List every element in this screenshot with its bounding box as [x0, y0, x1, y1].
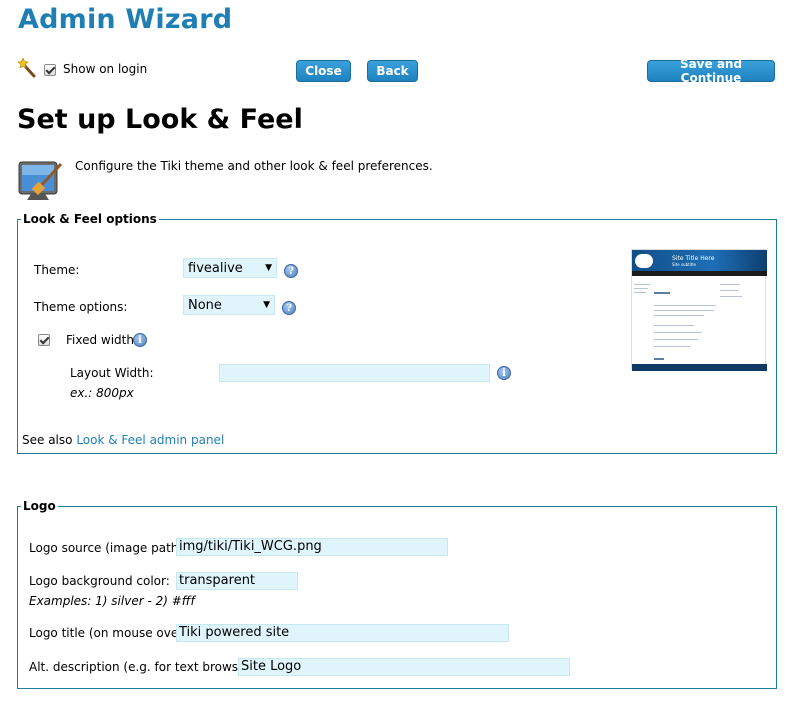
logo-bg-label: Logo background color: — [29, 574, 170, 588]
theme-options-select-value: None — [188, 297, 222, 313]
see-also-prefix: See also — [22, 433, 73, 447]
fixed-width-label: Fixed width — [66, 333, 134, 347]
logo-source-label: Logo source (image path): — [29, 541, 188, 555]
info-icon[interactable]: i — [497, 366, 511, 380]
logo-alt-input[interactable]: Site Logo — [238, 658, 570, 676]
preview-footer — [632, 364, 767, 371]
theme-label: Theme: — [34, 263, 80, 277]
chevron-down-icon: ▼ — [263, 300, 270, 310]
preview-logo — [635, 254, 653, 268]
theme-preview-image: Site Title Here Site subtitle — [631, 249, 767, 371]
look-feel-admin-link[interactable]: Look & Feel admin panel — [76, 433, 224, 447]
page-heading: Set up Look & Feel — [17, 104, 303, 135]
chevron-down-icon: ▼ — [265, 263, 272, 273]
logo-source-input[interactable]: img/tiki/Tiki_WCG.png — [176, 538, 448, 556]
fixed-width-checkbox[interactable] — [38, 334, 50, 346]
theme-options-select[interactable]: None ▼ — [183, 295, 275, 315]
save-and-continue-button[interactable]: Save and Continue — [647, 57, 775, 85]
help-icon[interactable]: ? — [282, 301, 296, 315]
theme-options-label: Theme options: — [34, 300, 128, 314]
magic-wand-icon — [18, 58, 36, 78]
layout-width-input[interactable] — [219, 364, 490, 382]
help-icon[interactable]: ? — [284, 264, 298, 278]
theme-select[interactable]: fivealive ▼ — [183, 258, 277, 278]
show-on-login-checkbox[interactable] — [44, 64, 56, 76]
logo-title-label: Logo title (on mouse over): — [29, 626, 192, 640]
logo-alt-label: Alt. description (e.g. for text browsers… — [29, 660, 266, 674]
look-feel-legend: Look & Feel options — [21, 212, 159, 226]
preview-nav — [632, 271, 767, 276]
theme-select-value: fivealive — [188, 260, 243, 276]
back-button[interactable]: Back — [367, 60, 418, 82]
info-icon[interactable]: i — [133, 333, 147, 347]
see-also-text: See also Look & Feel admin panel — [22, 433, 224, 447]
layout-width-example: ex.: 800px — [70, 386, 134, 400]
paint-screen-icon — [18, 161, 63, 200]
show-on-login-label: Show on login — [63, 62, 148, 76]
page-description: Configure the Tiki theme and other look … — [75, 159, 433, 173]
logo-legend: Logo — [21, 499, 58, 513]
preview-site-title: Site Title Here Site subtitle — [672, 255, 715, 267]
close-button[interactable]: Close — [296, 60, 351, 82]
logo-bg-examples: Examples: 1) silver - 2) #fff — [29, 594, 195, 608]
logo-bg-input[interactable]: transparent — [176, 572, 298, 590]
layout-width-label: Layout Width: — [70, 366, 154, 380]
logo-title-input[interactable]: Tiki powered site — [176, 624, 509, 642]
wizard-title: Admin Wizard — [18, 4, 233, 35]
